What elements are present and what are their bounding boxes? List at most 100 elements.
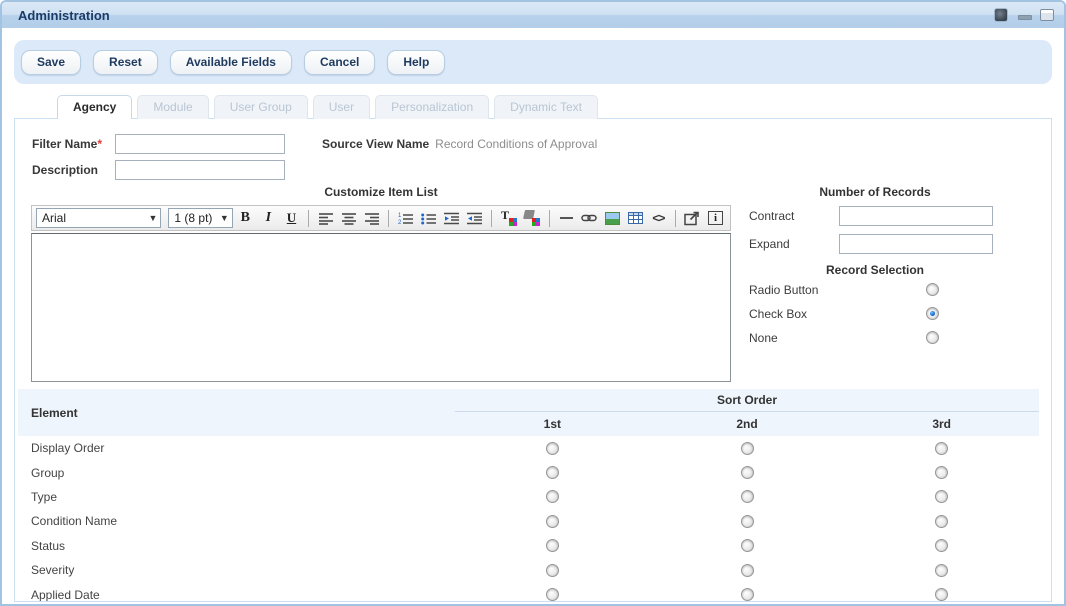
contract-row: Contract	[745, 205, 1039, 227]
html-source-icon[interactable]: <>	[648, 208, 669, 229]
action-button-bar: Save Reset Available Fields Cancel Help	[14, 40, 1052, 84]
tab-user[interactable]: User	[313, 95, 370, 119]
sort-table-body: Display Order Group Type Condition Name Stat…	[18, 436, 1039, 602]
sort-radio-3rd-group[interactable]	[935, 466, 948, 479]
ordered-list-icon[interactable]: 12	[395, 208, 416, 229]
column-header-3rd: 3rd	[844, 412, 1039, 436]
sort-radio-3rd-type[interactable]	[935, 490, 948, 503]
sort-radio-1st-condition-name[interactable]	[546, 515, 559, 528]
expand-editor-icon[interactable]	[682, 208, 703, 229]
titlebar: Administration	[2, 2, 1064, 28]
sort-row-label: Group	[18, 466, 455, 480]
sort-row-label: Condition Name	[18, 514, 455, 528]
save-button[interactable]: Save	[21, 50, 81, 75]
sort-radio-1st-group[interactable]	[546, 466, 559, 479]
record-selection-radio-check-box[interactable]	[926, 307, 939, 320]
contract-input[interactable]	[839, 206, 993, 226]
chevron-down-icon: ▼	[148, 213, 157, 223]
sort-radio-3rd-applied-date[interactable]	[935, 588, 948, 601]
maximize-icon[interactable]	[1040, 9, 1054, 21]
available-fields-button[interactable]: Available Fields	[170, 50, 292, 75]
sort-radio-1st-applied-date[interactable]	[546, 588, 559, 601]
record-selection-option-none: None	[745, 326, 1039, 349]
agency-tab-panel: Filter Name* Source View Name Record Con…	[14, 118, 1052, 602]
reset-button[interactable]: Reset	[93, 50, 158, 75]
tab-dynamic-text[interactable]: Dynamic Text	[494, 95, 598, 119]
tab-personalization[interactable]: Personalization	[375, 95, 489, 119]
align-left-icon[interactable]	[315, 208, 336, 229]
minimize-icon[interactable]	[1018, 9, 1030, 21]
column-header-2nd: 2nd	[650, 412, 845, 436]
sort-table-header: Element Sort Order 1st 2nd 3rd	[18, 389, 1039, 436]
sort-table-row: Status	[18, 534, 1039, 558]
sort-radio-1st-type[interactable]	[546, 490, 559, 503]
sort-row-label: Type	[18, 490, 455, 504]
description-row: Description	[32, 160, 285, 180]
sort-radio-1st-display-order[interactable]	[546, 442, 559, 455]
sort-radio-2nd-condition-name[interactable]	[741, 515, 754, 528]
filter-name-input[interactable]	[115, 134, 285, 154]
outdent-icon[interactable]	[441, 208, 462, 229]
sort-radio-3rd-display-order[interactable]	[935, 442, 948, 455]
sort-radio-2nd-status[interactable]	[741, 539, 754, 552]
sort-radio-2nd-applied-date[interactable]	[741, 588, 754, 601]
expand-input[interactable]	[839, 234, 993, 254]
rich-text-editor: Arial▼ 1 (8 pt)▼ B I U 12 T	[31, 205, 731, 382]
sort-radio-3rd-status[interactable]	[935, 539, 948, 552]
bold-icon[interactable]: B	[235, 208, 256, 229]
records-settings-column: Number of Records Contract Expand Record…	[745, 185, 1039, 349]
expand-row: Expand	[745, 233, 1039, 255]
sort-table-row: Display Order	[18, 436, 1039, 460]
number-of-records-title: Number of Records	[745, 185, 1005, 199]
align-right-icon[interactable]	[361, 208, 382, 229]
sort-radio-1st-severity[interactable]	[546, 564, 559, 577]
contract-label: Contract	[745, 209, 839, 223]
sort-radio-3rd-severity[interactable]	[935, 564, 948, 577]
help-button[interactable]: Help	[387, 50, 445, 75]
record-selection-radio-radio-button[interactable]	[926, 283, 939, 296]
font-size-select[interactable]: 1 (8 pt)▼	[168, 208, 232, 228]
align-center-icon[interactable]	[338, 208, 359, 229]
font-family-select[interactable]: Arial▼	[36, 208, 161, 228]
italic-icon[interactable]: I	[258, 208, 279, 229]
sort-row-label: Display Order	[18, 441, 455, 455]
record-selection-radio-none[interactable]	[926, 331, 939, 344]
editor-info-icon[interactable]: i	[705, 208, 726, 229]
description-label: Description	[32, 163, 109, 177]
sort-radio-3rd-condition-name[interactable]	[935, 515, 948, 528]
customize-item-list-title: Customize Item List	[31, 185, 731, 199]
svg-text:2: 2	[398, 220, 402, 225]
insert-image-icon[interactable]	[602, 208, 623, 229]
cancel-button[interactable]: Cancel	[304, 50, 375, 75]
sort-table-row: Type	[18, 485, 1039, 509]
sort-radio-2nd-type[interactable]	[741, 490, 754, 503]
editor-content-area[interactable]	[31, 233, 731, 382]
sort-order-table: Element Sort Order 1st 2nd 3rd Display O…	[18, 389, 1039, 602]
sort-row-label: Status	[18, 539, 455, 553]
underline-icon[interactable]: U	[281, 208, 302, 229]
highlight-color-icon[interactable]	[522, 208, 543, 229]
sort-radio-1st-status[interactable]	[546, 539, 559, 552]
sort-radio-2nd-display-order[interactable]	[741, 442, 754, 455]
record-selection-title: Record Selection	[745, 263, 1005, 277]
sort-radio-2nd-group[interactable]	[741, 466, 754, 479]
radio-button-option-label: Radio Button	[745, 283, 926, 297]
tab-module[interactable]: Module	[137, 95, 208, 119]
source-view-row: Source View Name Record Conditions of Ap…	[322, 137, 597, 151]
insert-link-icon[interactable]	[579, 208, 600, 229]
insert-table-icon[interactable]	[625, 208, 646, 229]
column-header-1st: 1st	[455, 412, 650, 436]
record-selection-option-radio-button: Radio Button	[745, 278, 1039, 301]
expand-label: Expand	[745, 237, 839, 251]
tab-user-group[interactable]: User Group	[214, 95, 308, 119]
description-input[interactable]	[115, 160, 285, 180]
sort-radio-2nd-severity[interactable]	[741, 564, 754, 577]
text-color-icon[interactable]: T	[498, 208, 519, 229]
sort-table-row: Applied Date	[18, 582, 1039, 602]
window-options-icon[interactable]	[994, 8, 1008, 22]
unordered-list-icon[interactable]	[418, 208, 439, 229]
indent-icon[interactable]	[464, 208, 485, 229]
source-view-value: Record Conditions of Approval	[435, 137, 597, 151]
horizontal-rule-icon[interactable]	[556, 208, 577, 229]
tab-agency[interactable]: Agency	[57, 95, 132, 119]
